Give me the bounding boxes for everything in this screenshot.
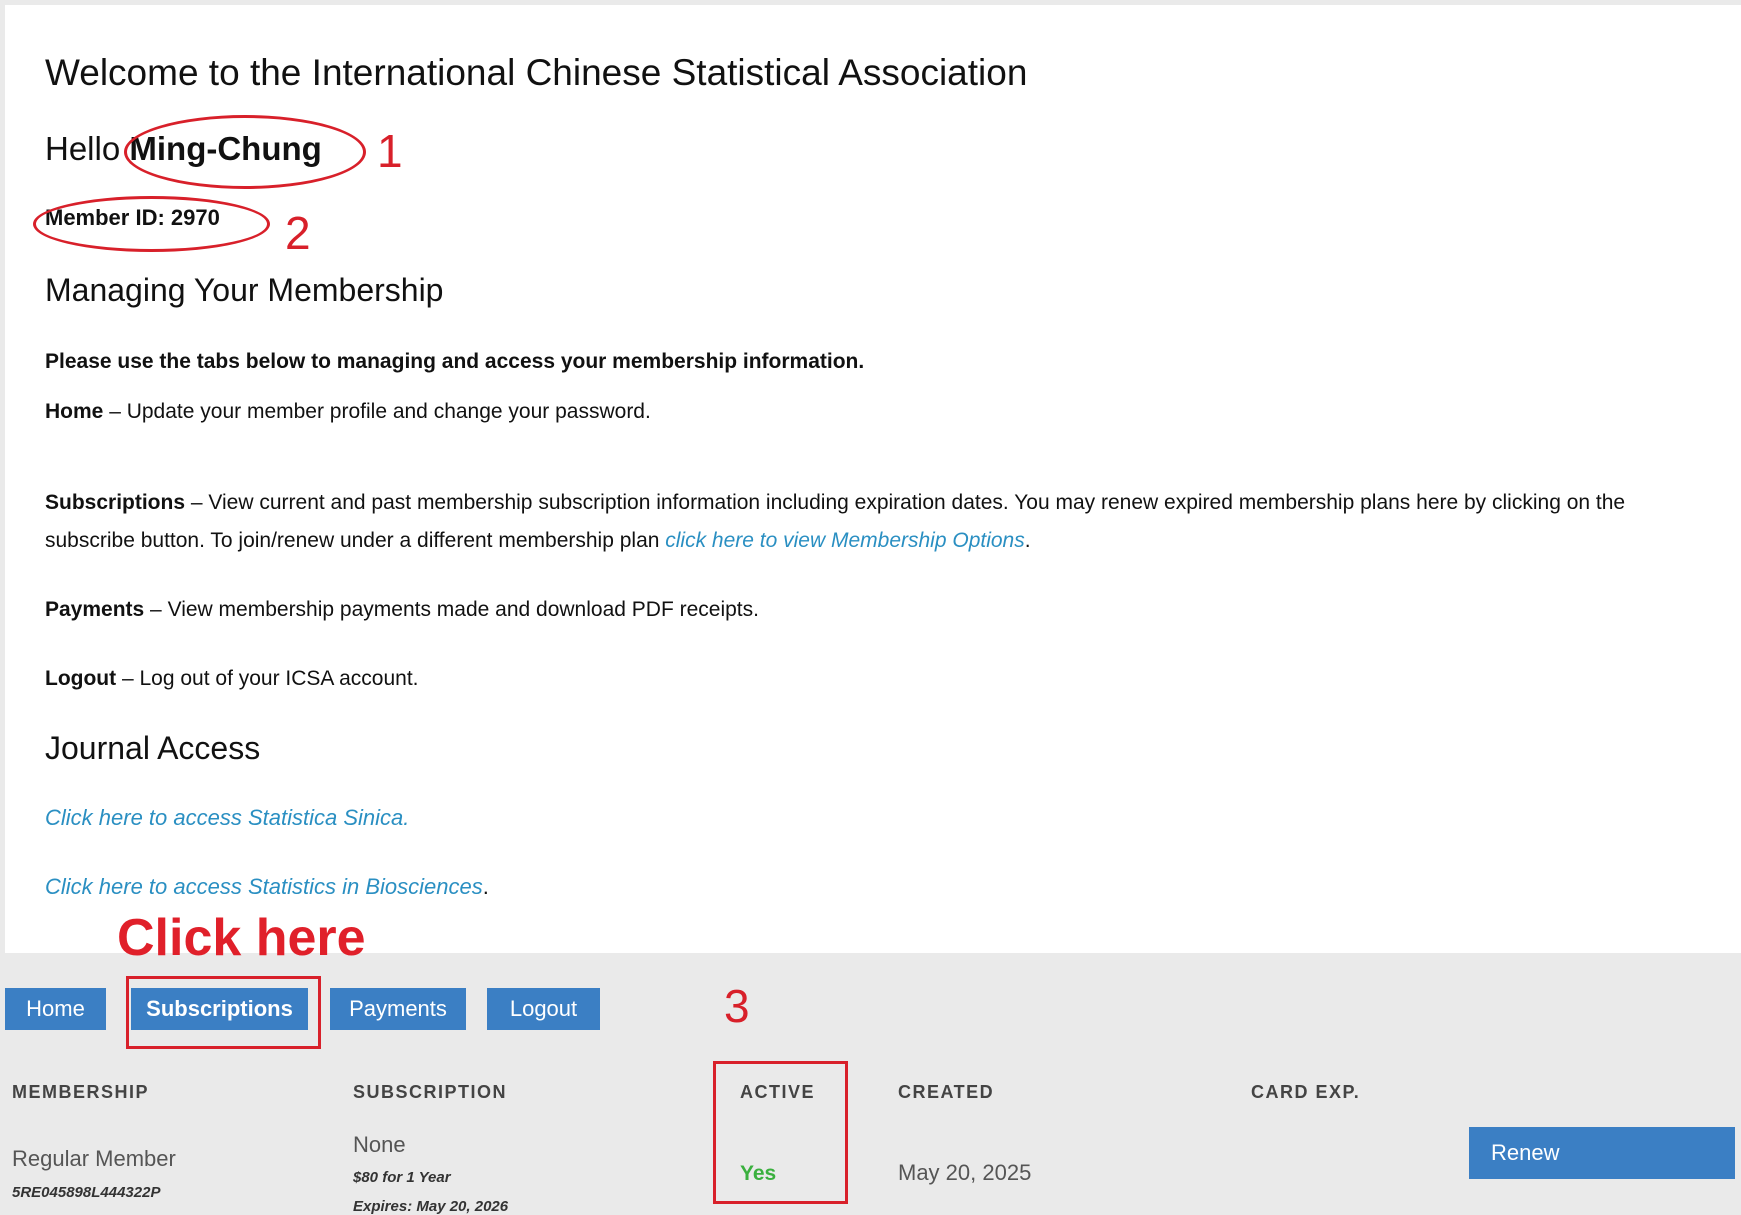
renew-button[interactable]: Renew (1469, 1127, 1735, 1179)
managing-heading: Managing Your Membership (45, 272, 444, 308)
tab-home[interactable]: Home (5, 988, 106, 1030)
annotation-number-3: 3 (724, 980, 750, 1032)
journal-heading: Journal Access (45, 730, 261, 766)
intro-text: Please use the tabs below to managing an… (45, 350, 865, 373)
annotation-ellipse-name (124, 115, 366, 189)
membership-value: Regular Member (12, 1146, 176, 1171)
statistics-biosciences-link[interactable]: Click here to access Statistics in Biosc… (45, 874, 483, 899)
page-title: Welcome to the International Chinese Sta… (45, 52, 1028, 93)
column-header-created: CREATED (898, 1082, 995, 1102)
tab-subscriptions[interactable]: Subscriptions (131, 988, 308, 1030)
home-description: Home – Update your member profile and ch… (45, 393, 1685, 431)
column-header-card-exp: CARD EXP. (1251, 1082, 1361, 1102)
payments-description: Payments – View membership payments made… (45, 591, 1685, 629)
membership-code: 5RE045898L444322P (12, 1184, 161, 1201)
annotation-number-2: 2 (285, 207, 311, 259)
column-header-membership: MEMBERSHIP (12, 1082, 150, 1102)
home-text: – Update your member profile and change … (103, 400, 651, 423)
subscription-value: None (353, 1132, 406, 1157)
annotation-ellipse-member-id (33, 196, 270, 252)
subscriptions-term: Subscriptions (45, 491, 186, 514)
logout-term: Logout (45, 667, 117, 690)
greeting-prefix: Hello (45, 130, 121, 167)
created-value: May 20, 2025 (898, 1160, 1032, 1185)
statistics-biosciences-link-end: . (482, 874, 489, 899)
column-header-active: ACTIVE (740, 1082, 816, 1102)
column-header-subscription: SUBSCRIPTION (353, 1082, 508, 1102)
tab-payments[interactable]: Payments (330, 988, 466, 1030)
subscriptions-end: . (1024, 529, 1031, 552)
tab-logout[interactable]: Logout (487, 988, 600, 1030)
subscriptions-description: Subscriptions – View current and past me… (45, 484, 1685, 560)
annotation-click-here: Click here (117, 909, 366, 967)
payments-text: – View membership payments made and down… (144, 598, 759, 621)
logout-text: – Log out of your ICSA account. (116, 667, 419, 690)
subscription-price: $80 for 1 Year (353, 1169, 451, 1186)
statistica-sinica-link[interactable]: Click here to access Statistica Sinica. (45, 805, 409, 830)
statistics-biosciences-link-row: Click here to access Statistics in Biosc… (45, 874, 489, 900)
home-term: Home (45, 400, 104, 423)
membership-options-link[interactable]: click here to view Membership Options (665, 529, 1024, 552)
payments-term: Payments (45, 598, 145, 621)
statistica-sinica-link-row: Click here to access Statistica Sinica. (45, 805, 409, 831)
annotation-number-1: 1 (377, 125, 403, 177)
subscription-expires: Expires: May 20, 2026 (353, 1198, 509, 1215)
logout-description: Logout – Log out of your ICSA account. (45, 660, 1685, 698)
active-value: Yes (740, 1162, 777, 1185)
